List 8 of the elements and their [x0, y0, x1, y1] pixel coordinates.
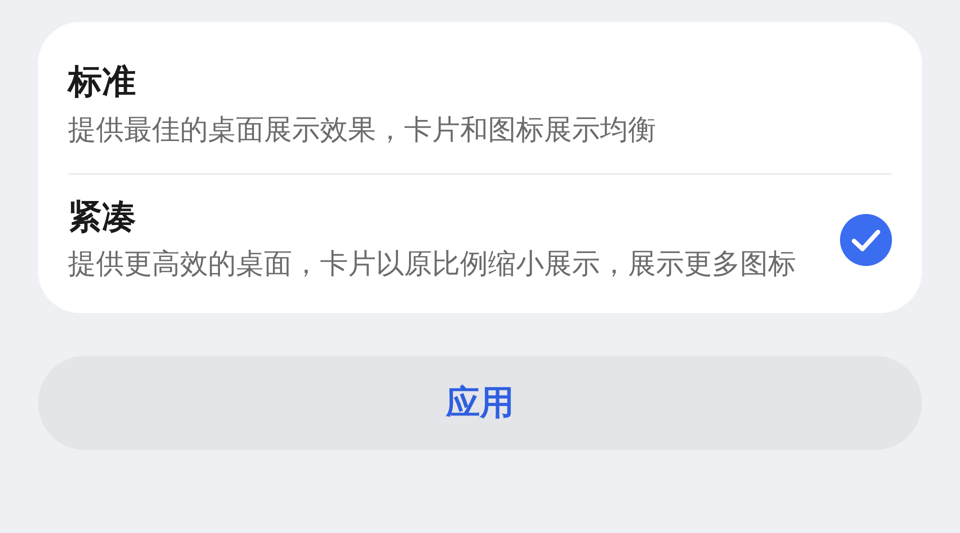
- option-title: 紧凑: [68, 196, 137, 238]
- option-title: 标准: [68, 62, 137, 103]
- layout-option[interactable]: 标准 提供最佳的桌面展示效果，卡片和图标展示均衡: [68, 62, 892, 149]
- option-description: 提供最佳的桌面展示效果，卡片和图标展示均衡: [68, 112, 657, 148]
- apply-button[interactable]: 应用: [38, 356, 922, 450]
- checkmark-icon: [840, 214, 892, 266]
- layout-option[interactable]: 紧凑 提供更高效的桌面，卡片以原比例缩小展示，展示更多图标: [68, 196, 892, 284]
- option-description: 提供更高效的桌面，卡片以原比例缩小展示，展示更多图标: [68, 246, 797, 282]
